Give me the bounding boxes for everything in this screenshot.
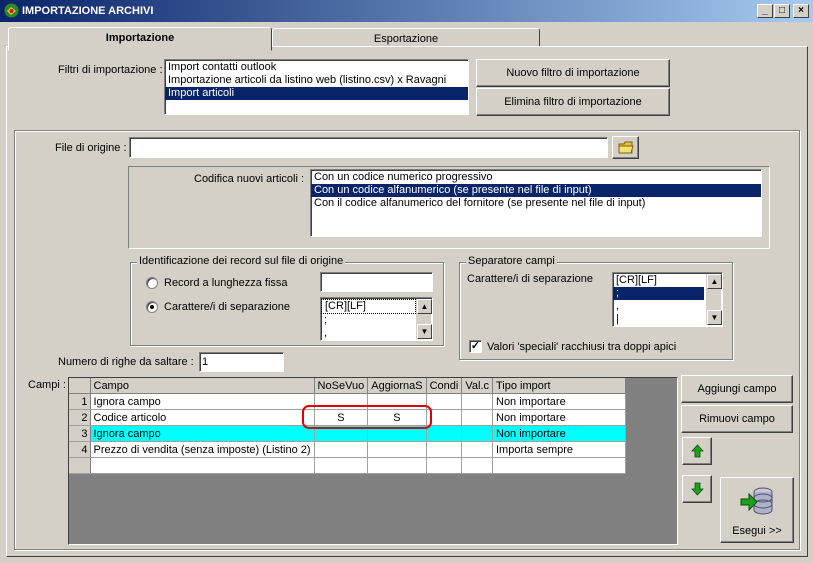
cell-empty[interactable] (492, 457, 626, 474)
scroll-down-icon[interactable]: ▼ (707, 310, 722, 325)
cell-empty[interactable] (367, 457, 427, 474)
row-number: 3 (69, 425, 91, 442)
cell-valc[interactable] (461, 409, 493, 426)
browse-folder-button[interactable] (612, 136, 639, 159)
cell-valc[interactable] (461, 425, 493, 442)
cell-tipo[interactable]: Non importare (492, 409, 626, 426)
cell-empty[interactable] (314, 457, 369, 474)
record-separator-listbox[interactable]: [CR][LF] ; , ▲ ▼ (320, 297, 433, 341)
column-header[interactable]: Val.c (461, 378, 493, 394)
table-row-new[interactable] (69, 457, 626, 474)
fields-label: Campi : (28, 379, 66, 391)
table-row[interactable]: 4 Prezzo di vendita (senza imposte) (Lis… (69, 441, 626, 458)
fields-grid[interactable]: Campo NoSeVuo AggiornaS Condi Val.c Tipo… (68, 377, 678, 545)
filter-item[interactable]: Importazione articoli da listino web (li… (165, 74, 468, 87)
table-header-row: Campo NoSeVuo AggiornaS Condi Val.c Tipo… (69, 378, 626, 394)
row-number (69, 457, 91, 474)
cell-condi[interactable] (426, 441, 463, 458)
tab-importazione[interactable]: Importazione (8, 27, 272, 51)
source-file-input[interactable] (129, 137, 608, 158)
fixed-length-radio[interactable] (146, 277, 158, 289)
column-header[interactable]: Campo (90, 378, 315, 394)
header-corner (69, 378, 91, 394)
special-values-checkbox[interactable]: ✓ (469, 340, 482, 353)
record-separator-item[interactable]: [CR][LF] (321, 299, 416, 314)
field-separator-legend: Separatore campi (466, 255, 557, 267)
encoding-option[interactable]: Con il codice alfanumerico del fornitore… (311, 197, 761, 210)
source-file-label: File di origine : (55, 142, 127, 154)
fixed-length-input[interactable] (320, 272, 433, 292)
cell-campo[interactable]: Ignora campo (90, 393, 315, 410)
field-separator-scrollbar[interactable]: ▲ ▼ (706, 274, 722, 325)
cell-campo[interactable]: Prezzo di vendita (senza imposte) (Listi… (90, 441, 315, 458)
encoding-option[interactable]: Con un codice numerico progressivo (311, 171, 761, 184)
arrow-up-icon (691, 444, 704, 458)
filters-label: Filtri di importazione : (58, 64, 163, 76)
execute-button[interactable]: Esegui >> (720, 477, 794, 543)
new-filter-button[interactable]: Nuovo filtro di importazione (476, 59, 670, 87)
cell-tipo[interactable]: Non importare (492, 393, 626, 410)
cell-empty[interactable] (461, 457, 493, 474)
cell-condi[interactable] (426, 393, 463, 410)
skip-rows-label: Numero di righe da saltare : (58, 356, 194, 368)
column-header[interactable]: Tipo import (492, 378, 626, 394)
annotation-highlight (302, 405, 432, 429)
row-number: 1 (69, 393, 91, 410)
cell-condi[interactable] (426, 425, 463, 442)
encoding-label: Codifica nuovi articoli : (194, 173, 305, 185)
delete-filter-button[interactable]: Elimina filtro di importazione (476, 88, 670, 116)
title-bar: IMPORTAZIONE ARCHIVI (0, 0, 813, 22)
cell-valc[interactable] (461, 393, 493, 410)
maximize-button[interactable]: □ (774, 4, 790, 18)
column-header[interactable]: Condi (426, 378, 463, 394)
cell-valc[interactable] (461, 441, 493, 458)
row-number: 4 (69, 441, 91, 458)
scroll-down-icon[interactable]: ▼ (417, 324, 432, 339)
field-separator-label: Carattere/i di separazione (467, 273, 593, 285)
cell-campo[interactable]: Ignora campo (90, 425, 315, 442)
filter-item-selected[interactable]: Import articoli (165, 87, 468, 100)
cell-tipo[interactable]: Non importare (492, 425, 626, 442)
minimize-button[interactable]: _ (757, 4, 773, 18)
record-identification-legend: Identificazione dei record sul file di o… (137, 255, 346, 267)
app-icon (4, 3, 19, 18)
folder-icon (618, 141, 634, 154)
cell-aggiorna[interactable] (367, 441, 427, 458)
row-number: 2 (69, 409, 91, 426)
encoding-listbox[interactable]: Con un codice numerico progressivo Con u… (310, 169, 762, 237)
field-separator-item[interactable]: [CR][LF] (613, 274, 704, 287)
remove-field-button[interactable]: Rimuovi campo (681, 405, 793, 433)
move-down-button[interactable] (682, 475, 712, 503)
encoding-option-selected[interactable]: Con un codice alfanumerico (se presente … (311, 184, 761, 197)
cell-nosevuo[interactable] (314, 441, 369, 458)
cell-tipo[interactable]: Importa sempre (492, 441, 626, 458)
close-button[interactable]: × (793, 4, 809, 18)
arrow-down-icon (691, 482, 704, 496)
field-separator-listbox[interactable]: [CR][LF] ; , | ▲ ▼ (612, 272, 723, 327)
database-import-icon (740, 487, 773, 515)
special-values-label: Valori 'speciali' racchiusi tra doppi ap… (487, 341, 677, 353)
column-header[interactable]: AggiornaS (367, 378, 427, 394)
skip-rows-input[interactable] (199, 352, 284, 372)
cell-empty[interactable] (90, 457, 315, 474)
cell-campo[interactable]: Codice articolo (90, 409, 315, 426)
field-separator-item-selected[interactable]: ; (613, 287, 704, 300)
fixed-length-label: Record a lunghezza fissa (164, 277, 288, 289)
separator-radio[interactable] (146, 301, 158, 313)
filters-listbox[interactable]: Import contatti outlook Importazione art… (164, 59, 469, 115)
move-up-button[interactable] (682, 437, 712, 465)
filter-item[interactable]: Import contatti outlook (165, 61, 468, 74)
separator-radio-label: Carattere/i di separazione (164, 301, 290, 313)
window-title: IMPORTAZIONE ARCHIVI (22, 5, 154, 17)
scroll-up-icon[interactable]: ▲ (707, 274, 722, 289)
cell-empty[interactable] (426, 457, 463, 474)
execute-label: Esegui >> (732, 525, 782, 537)
add-field-button[interactable]: Aggiungi campo (681, 375, 793, 403)
scroll-up-icon[interactable]: ▲ (417, 299, 432, 314)
record-separator-scrollbar[interactable]: ▲ ▼ (416, 299, 432, 339)
column-header[interactable]: NoSeVuo (314, 378, 369, 394)
